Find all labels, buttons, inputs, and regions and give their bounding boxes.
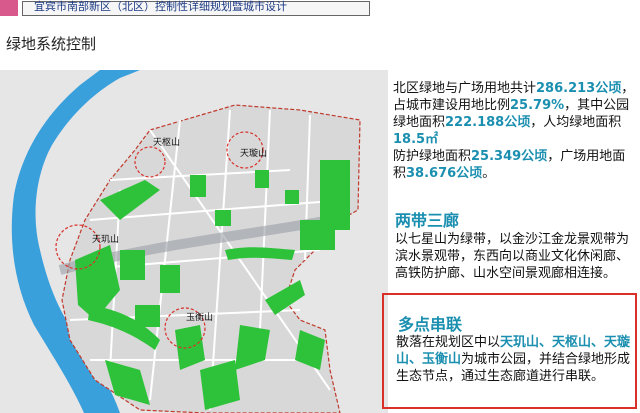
section-heading-multi-point: 多点串联 [398,315,463,334]
value-total-area: 286.213公顷 [536,81,622,96]
label-tianji: 天玑山 [92,234,119,245]
page-title: 绿地系统控制 [6,35,97,53]
section-body-two-belts: 以七星山为绿带，以金沙江金龙景观带为滨水景观带，东西向以商业文化休闲廊、高铁防护… [395,232,630,281]
text-7: 。 [482,166,496,181]
value-ratio: 25.79% [510,98,565,113]
section-body-multi-point: 散落在规划区中以天玑山、天枢山、天璇山、玉衡山为城市公园，并结合绿地形成生态节点… [396,334,636,385]
green-space-map: 天枢山 天璇山 天玑山 玉衡山 [0,70,388,413]
label-tianshu: 天枢山 [153,136,180,148]
section-heading-two-belts: 两带三廊 [395,211,460,230]
text-5: 防护绿地面积 [393,149,472,164]
document-title: 宜宾市南部新区（北区）控制性详细规划暨城市设计 [34,0,287,13]
value-square-area: 38.676公顷 [406,166,483,181]
header-accent [0,0,18,16]
green-stats-paragraph: 北区绿地与广场用地共计286.213公顷，占城市建设用地比例25.79%，其中公… [393,80,638,182]
label-yuheng: 玉衡山 [186,311,213,323]
text-8: 散落在规划区中以 [396,335,501,350]
header-bar: 宜宾市南部新区（北区）控制性详细规划暨城市设计 [0,0,640,16]
text-1: 北区绿地与广场用地共计 [393,81,537,96]
value-per-capita: 18.5㎡ [393,132,439,147]
text-4: ，人均绿地面积 [530,115,622,130]
label-tianxuan: 天璇山 [240,147,267,159]
value-protection-area: 25.349公顷 [471,149,548,164]
value-park-area: 222.188公顷 [445,115,531,130]
